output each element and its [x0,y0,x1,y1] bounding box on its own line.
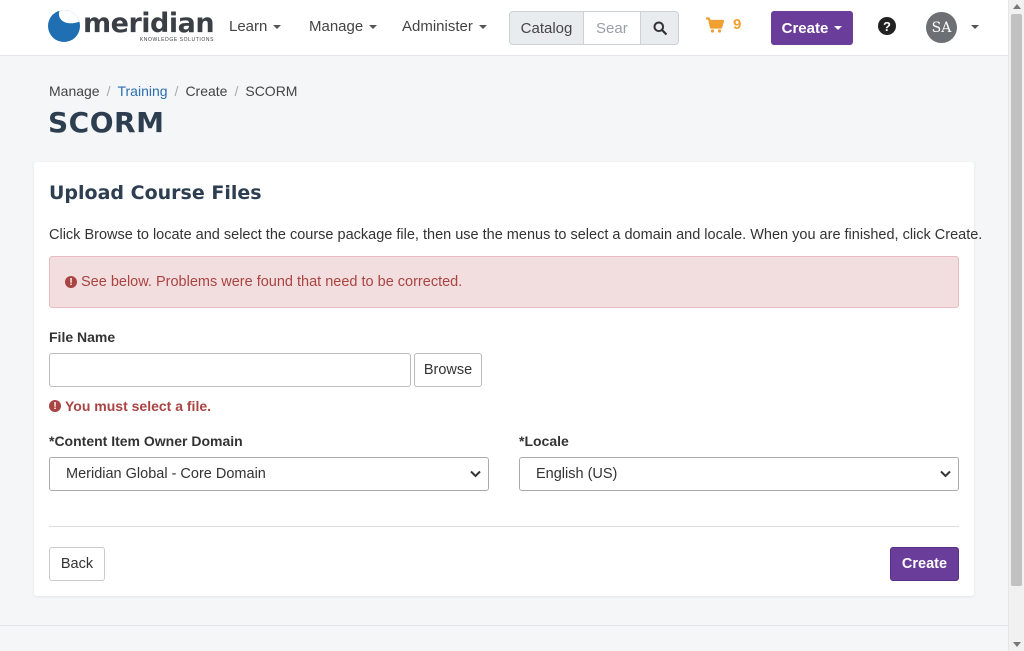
create-menu-button[interactable]: Create [771,11,853,45]
chevron-down-icon [940,470,951,478]
page-title: SCORM [48,106,165,139]
create-button[interactable]: Create [890,547,959,581]
caret-down-icon [369,24,378,29]
file-error-message: ! You must select a file. [49,398,211,414]
scroll-up-arrow-icon[interactable] [1013,4,1021,9]
locale-select[interactable]: English (US) [519,457,959,491]
catalog-button[interactable]: Catalog [509,11,584,45]
cart-icon [706,16,724,33]
form-heading: Upload Course Files [49,182,262,204]
form-divider [49,526,959,527]
nav-manage-menu[interactable]: Manage [309,18,378,35]
user-avatar[interactable]: SA [926,12,957,43]
search-input[interactable] [583,11,641,45]
logo-tagline: KNOWLEDGE SOLUTIONS [139,37,215,43]
caret-down-icon [834,26,843,30]
scrollbar-thumb[interactable] [1011,14,1022,586]
domain-select[interactable]: Meridian Global - Core Domain [49,457,489,491]
scroll-down-arrow-icon[interactable] [1013,642,1021,647]
nav-administer-menu[interactable]: Administer [402,18,487,35]
domain-label: *Content Item Owner Domain [49,433,243,449]
breadcrumb-training-link[interactable]: Training [117,83,167,99]
caret-down-icon [478,24,487,29]
form-instructions: Click Browse to locate and select the co… [49,227,983,243]
cart-button[interactable]: 9 [706,16,741,33]
nav-learn-menu[interactable]: Learn [229,18,282,35]
search-icon [653,21,667,35]
help-icon[interactable]: ? [878,17,896,35]
locale-label: *Locale [519,433,569,449]
error-alert: ! See below. Problems were found that ne… [49,256,959,308]
user-menu-caret-icon[interactable] [971,25,979,29]
file-name-field[interactable] [49,353,411,387]
cart-count-badge: 9 [733,16,742,33]
exclamation-circle-icon: ! [65,276,77,288]
upload-form-card: Upload Course Files Click Browse to loca… [34,162,982,596]
browse-button[interactable]: Browse [414,353,482,387]
search-button[interactable] [640,11,679,45]
logo-mark-icon [48,10,80,42]
back-button[interactable]: Back [49,547,105,581]
error-alert-text: See below. Problems were found that need… [81,274,463,290]
footer-divider [0,625,1008,626]
breadcrumb-scorm: SCORM [245,83,298,99]
page-scrollbar[interactable] [1008,0,1024,651]
chevron-down-icon [470,470,481,478]
caret-down-icon [273,24,282,29]
meridian-logo[interactable]: meridian KNOWLEDGE SOLUTIONS [48,8,215,43]
breadcrumb-create: Create [185,83,228,99]
breadcrumb: Manage / Training / Create / SCORM [49,83,298,99]
exclamation-circle-icon: ! [49,400,61,412]
logo-wordmark: meridian [83,8,215,39]
breadcrumb-manage: Manage [49,83,100,99]
file-name-label: File Name [49,329,116,345]
top-navbar: meridian KNOWLEDGE SOLUTIONS Learn Manag… [0,0,1008,56]
